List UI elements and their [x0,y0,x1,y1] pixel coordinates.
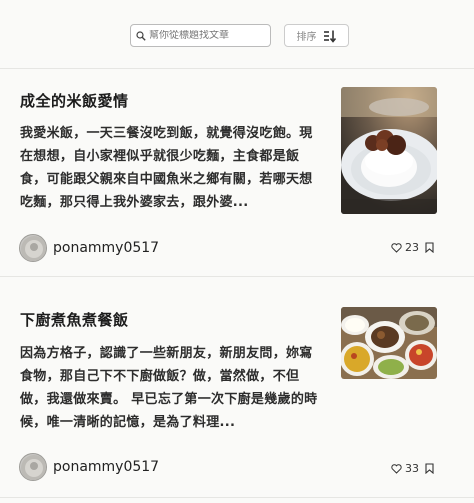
avatar[interactable] [19,453,47,481]
sort-label: 排序 [296,32,317,43]
article-thumbnail[interactable] [341,87,437,214]
heart-icon [391,242,402,253]
bookmark-icon[interactable] [425,242,434,253]
article-title[interactable]: 成全的米飯愛情 [20,90,129,111]
author[interactable]: ponammy0517 [19,453,159,481]
like-count: 23 [405,241,419,254]
search-box[interactable] [130,24,271,47]
search-icon [136,30,146,41]
article-title[interactable]: 下廚煮魚煮餐飯 [20,309,129,330]
top-bar: 排序 [0,24,474,48]
sort-icon [323,30,336,43]
article-thumbnail[interactable] [341,307,437,379]
like-button[interactable]: 23 [391,241,419,254]
divider [0,497,474,498]
like-count: 33 [405,462,419,475]
author-name[interactable]: ponammy0517 [53,240,159,256]
sort-button[interactable]: 排序 [284,24,349,47]
bookmark-icon[interactable] [425,463,434,474]
article-card[interactable]: 下廚煮魚煮餐飯 因為方格子，認識了一些新朋友，新朋友問，妳寫食物，那自己下不下廚… [0,276,474,503]
author-name[interactable]: ponammy0517 [53,459,159,475]
article-excerpt: 我愛米飯，一天三餐沒吃到飯，就覺得沒吃飽。現在想想，自小家裡似乎就很少吃麵，主食… [20,126,313,210]
like-button[interactable]: 33 [391,462,419,475]
heart-icon [391,463,402,474]
article-card[interactable]: 成全的米飯愛情 我愛米飯，一天三餐沒吃到飯，就覺得沒吃飽。現在想想，自小家裡似乎… [0,68,474,276]
search-input[interactable] [149,30,269,41]
avatar[interactable] [19,234,47,262]
article-excerpt: 因為方格子，認識了一些新朋友，新朋友問，妳寫食物，那自己下不下廚做飯？做，當然做… [20,346,318,430]
author[interactable]: ponammy0517 [19,234,159,262]
